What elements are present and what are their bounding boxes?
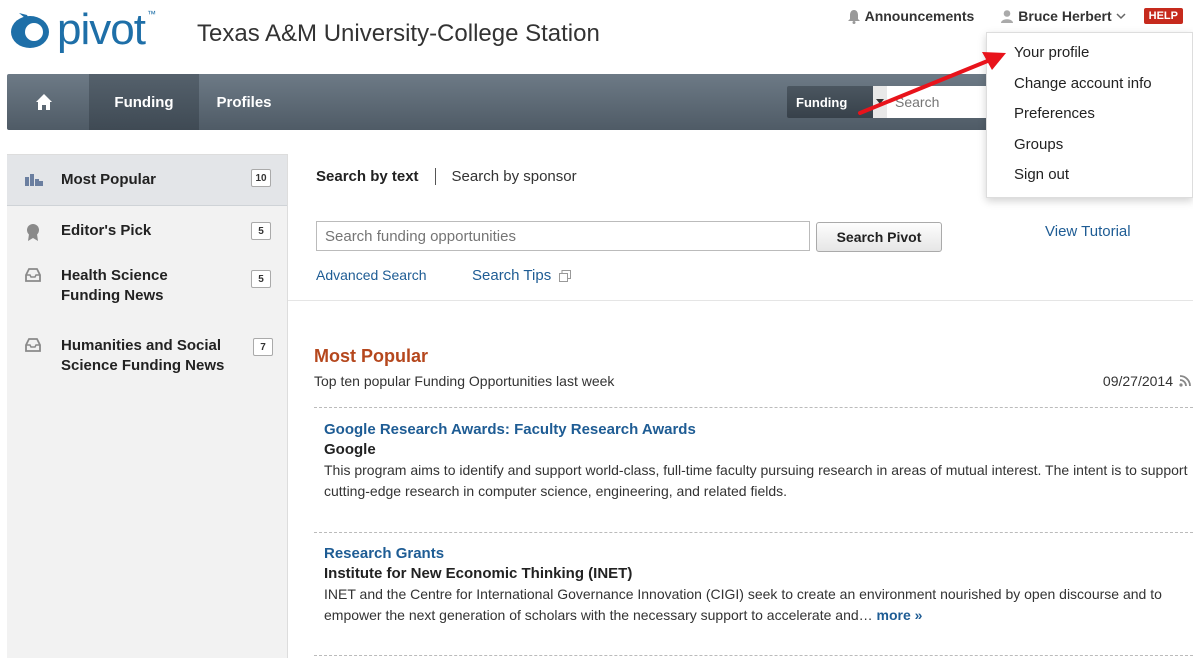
nav-funding[interactable]: Funding [89, 74, 199, 130]
view-tutorial-link[interactable]: View Tutorial [1045, 223, 1131, 240]
count-badge: 10 [251, 169, 271, 187]
user-dropdown-menu: Your profile Change account info Prefere… [986, 32, 1193, 198]
nav-search-input[interactable] [887, 86, 997, 118]
tab-search-by-text[interactable]: Search by text [316, 168, 436, 185]
result-sponsor: Institute for New Economic Thinking (INE… [324, 565, 633, 582]
count-badge: 5 [251, 222, 271, 240]
logo-wordmark: pivot [57, 5, 146, 54]
institution-name: Texas A&M University-College Station [197, 20, 600, 47]
tab-search-by-sponsor[interactable]: Search by sponsor [436, 168, 577, 185]
announcements-link[interactable]: Announcements [847, 8, 975, 24]
result-title-link[interactable]: Google Research Awards: Faculty Research… [324, 421, 1189, 438]
result-description: INET and the Centre for International Go… [324, 584, 1189, 626]
user-name: Bruce Herbert [1018, 8, 1112, 24]
sidebar-item-health-science[interactable]: Health Science Funding News 5 [7, 256, 287, 314]
result-divider [314, 407, 1193, 408]
user-menu-toggle[interactable]: Bruce Herbert [1000, 8, 1129, 24]
search-mode-tabs: Search by text Search by sponsor [316, 168, 577, 185]
search-tips-label: Search Tips [472, 267, 552, 284]
help-button[interactable]: HELP [1143, 8, 1183, 24]
sidebar-item-most-popular[interactable]: Most Popular 10 [7, 155, 287, 206]
caret-down-icon [1116, 13, 1126, 20]
advanced-search-link[interactable]: Advanced Search [316, 267, 427, 283]
search-scope-select[interactable]: Funding [787, 86, 887, 118]
nav-home[interactable] [27, 74, 61, 130]
section-divider [288, 300, 1193, 301]
section-title: Most Popular [314, 346, 429, 366]
sidebar-item-editors-pick[interactable]: Editor's Pick 5 [7, 206, 287, 256]
result-description: This program aims to identify and suppor… [324, 462, 1188, 499]
top-links: Announcements Bruce Herbert HELP [821, 8, 1183, 24]
result-description-text: INET and the Centre for International Go… [324, 586, 1162, 623]
result-sponsor: Google [324, 441, 376, 458]
section-date-text: 09/27/2014 [1102, 373, 1173, 389]
sidebar-item-label: Health Science Funding News [61, 267, 168, 304]
menu-item-sign-out[interactable]: Sign out [1014, 166, 1069, 183]
result-divider [314, 655, 1193, 656]
search-scope-label: Funding [796, 94, 848, 110]
count-badge: 5 [251, 270, 271, 288]
pivot-logo[interactable]: pivot ™ [9, 6, 156, 54]
menu-item-preferences[interactable]: Preferences [1014, 105, 1095, 122]
section-subtitle: Top ten popular Funding Opportunities la… [314, 373, 615, 389]
count-badge: 7 [253, 338, 273, 356]
more-link[interactable]: more » [877, 607, 923, 623]
popup-window-icon [559, 269, 572, 282]
inbox-icon [25, 338, 43, 354]
menu-item-your-profile[interactable]: Your profile [1014, 44, 1089, 61]
result-item: Research Grants Institute for New Econom… [324, 545, 1189, 626]
section-date: 09/27/2014 [1103, 373, 1173, 389]
bell-icon [847, 9, 860, 24]
result-item: Google Research Awards: Faculty Research… [324, 421, 1189, 502]
announcements-label: Announcements [864, 8, 975, 24]
search-tips-link[interactable]: Search Tips [472, 267, 572, 284]
menu-item-groups[interactable]: Groups [1014, 136, 1063, 153]
menu-item-change-account-info[interactable]: Change account info [1014, 75, 1152, 92]
home-icon [36, 94, 52, 110]
search-pivot-button[interactable]: Search Pivot [816, 222, 942, 252]
sidebar-item-label: Humanities and Social Science Funding Ne… [61, 337, 225, 374]
inbox-icon [25, 268, 43, 284]
award-ribbon-icon [25, 223, 43, 241]
bar-chart-icon [25, 172, 43, 188]
nav-profiles[interactable]: Profiles [199, 74, 289, 130]
scope-caret-icon [873, 86, 887, 118]
result-divider [314, 532, 1193, 533]
sidebar: Most Popular 10 Editor's Pick 5 Health S… [7, 154, 288, 658]
sidebar-item-humanities[interactable]: Humanities and Social Science Funding Ne… [7, 314, 287, 396]
funding-search-input[interactable] [316, 221, 810, 251]
rss-feed-icon[interactable] [1179, 374, 1191, 392]
user-icon [1001, 10, 1014, 23]
logo-trademark: ™ [146, 9, 156, 19]
result-title-link[interactable]: Research Grants [324, 545, 1189, 562]
pivot-logo-icon [9, 9, 51, 51]
